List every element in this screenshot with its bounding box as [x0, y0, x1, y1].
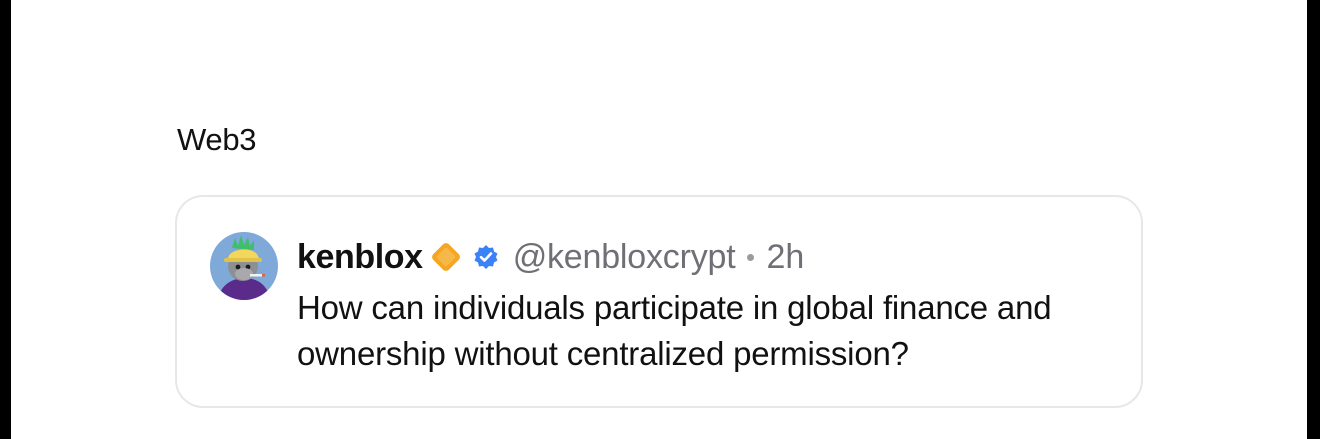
page-frame: Web3 kenblox @kenbloxcrypt 2h How can in… [11, 0, 1307, 439]
section-title: Web3 [177, 122, 257, 157]
post-text: How can individuals participate in globa… [297, 289, 1052, 372]
post-card[interactable]: kenblox @kenbloxcrypt 2h How can individ… [175, 195, 1143, 408]
post-time: 2h [766, 237, 805, 276]
post-header: kenblox @kenbloxcrypt 2h [297, 237, 804, 277]
user-handle[interactable]: @kenbloxcrypt [513, 238, 736, 277]
avatar[interactable] [210, 232, 278, 300]
ape-avatar-icon [210, 232, 278, 300]
username[interactable]: kenblox [297, 238, 423, 277]
verified-badge-icon [473, 244, 499, 270]
orange-diamond-icon [429, 240, 463, 274]
separator-dot [747, 253, 755, 261]
